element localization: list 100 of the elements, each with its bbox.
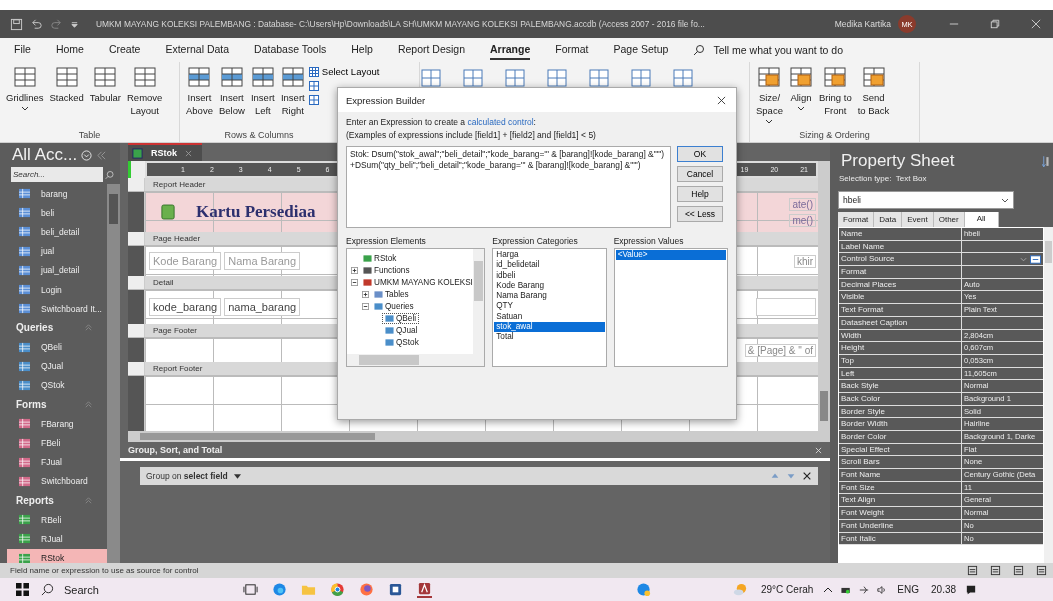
ribbon-button[interactable]: Insert Above [184,66,215,130]
network-icon[interactable] [859,584,870,595]
nav-item[interactable]: QStok [7,375,107,396]
ribbon-tab[interactable]: Database Tools [254,40,327,60]
move-up-icon[interactable] [770,471,780,481]
view-icon[interactable] [1013,565,1024,576]
ribbon-button[interactable]: Insert Right [278,66,307,130]
category-item[interactable]: idbeli [494,270,605,281]
expander-icon[interactable] [351,266,358,274]
ribbon-button[interactable]: Align [786,66,815,130]
grid-icon[interactable] [504,68,526,88]
tell-me-field[interactable]: Tell me what you want to do [713,44,843,56]
select-layout-button[interactable]: Select Layout [308,66,380,77]
ribbon-button[interactable]: Stacked [47,66,86,130]
grid-icon[interactable] [462,68,484,88]
windows-icon[interactable] [16,583,29,596]
dialog-button[interactable]: Help [677,186,723,202]
scrollbar-thumb[interactable] [820,391,828,421]
dropdown-arrow-icon[interactable] [233,473,241,479]
category-item[interactable]: stok_awal [494,322,605,333]
ribbon-tab[interactable]: Format [555,40,589,60]
ribbon-tab[interactable]: File [14,40,31,60]
ribbon-button[interactable]: Size/ Space [754,66,785,130]
report-title[interactable]: Kartu Persediaa [196,202,316,222]
nav-item[interactable]: QJual [7,356,107,376]
scrollbar-thumb[interactable] [1045,241,1052,263]
scrollbar[interactable] [818,161,830,431]
collapse-icon[interactable] [84,400,93,410]
grid-icon[interactable] [630,68,652,88]
property-tab[interactable]: Format [838,212,875,227]
nav-item[interactable]: beli_detail [7,222,107,242]
delete-icon[interactable] [802,471,812,481]
undo-icon[interactable] [30,17,43,31]
grid-icon[interactable] [308,81,319,91]
browser-icon[interactable] [359,582,374,597]
nav-item[interactable]: beli [7,203,107,223]
tree-item[interactable]: Queries [371,300,417,312]
category-item[interactable]: Satuan [494,311,605,323]
nav-item[interactable]: QBeli [7,337,107,357]
report-control[interactable]: khir [793,254,816,268]
report-control[interactable]: me() [789,213,816,227]
calculated-control-link[interactable]: calculated control [467,117,534,127]
object-dropdown[interactable]: hbeli [838,191,1014,209]
view-icon[interactable] [967,565,978,576]
builder-button-icon[interactable] [1030,254,1041,264]
ribbon-tab[interactable]: Report Design [397,40,465,60]
dialog-button[interactable]: << Less [677,206,723,222]
nav-item[interactable]: Switchboard It... [7,299,107,319]
collapse-icon[interactable] [84,323,93,333]
nav-pane-title[interactable]: All Acc... [12,145,78,165]
restore-icon[interactable] [990,19,1000,29]
nav-item[interactable]: RJual [7,529,107,549]
category-item[interactable]: Nama Barang [494,291,605,302]
nav-item[interactable]: FBarang [7,414,107,434]
nav-item[interactable]: barang [7,184,107,204]
ribbon-button[interactable]: Insert Below [216,66,247,130]
grid-icon[interactable] [588,68,610,88]
ribbon-tab[interactable]: Page Setup [613,40,669,60]
browser-icon[interactable] [272,582,287,597]
scrollbar[interactable] [473,249,485,354]
scrollbar-thumb[interactable] [109,194,118,224]
grid-icon[interactable] [420,68,442,88]
tree-item[interactable]: Functions [360,264,413,276]
grid-icon[interactable] [546,68,568,88]
document-app-icon[interactable] [388,582,403,597]
category-item[interactable]: Harga [494,250,605,261]
task-view-icon[interactable] [243,582,258,597]
document-tab[interactable]: RStok [128,143,202,161]
report-control[interactable]: nama_barang [224,298,301,316]
expander-icon[interactable] [351,278,358,286]
grid-icon[interactable] [308,95,319,105]
ribbon-tab[interactable]: Arrange [490,40,531,60]
nav-item[interactable]: Switchboard [7,471,107,491]
tree-item[interactable]: QJual [382,324,421,336]
category-item[interactable]: id_belidetail [494,260,605,271]
ribbon-button[interactable]: Send to Back [855,66,892,130]
tree-item[interactable]: UMKM MAYANG KOLEKSI [360,276,476,288]
scrollbar[interactable] [347,354,485,366]
report-control[interactable]: & [Page] & " of [744,343,816,357]
weather-text[interactable]: 29°C Cerah [761,584,814,595]
value-item[interactable]: <Value> [615,250,726,261]
help-icon[interactable] [636,582,651,597]
nav-item[interactable]: jual_detail [7,260,107,280]
nav-group-header[interactable]: Queries [16,322,54,334]
group-on-selector[interactable]: Group on select field [146,471,228,481]
category-item[interactable]: QTY [494,301,605,312]
ribbon-button[interactable]: Insert Left [248,66,277,130]
report-control[interactable]: ate() [789,197,816,211]
move-down-icon[interactable] [786,471,796,481]
expression-field[interactable]: Stok: Dsum("stok_awal";"beli_detail";"kode_barang='" & [barang]![kode_barang] &"'")+DSum("qty_beli";"beli_detail";"kode_barang='" & [barang]![kode_barang] &"'") [346,146,671,228]
speaker-icon[interactable] [877,584,888,595]
dialog-button[interactable]: OK [677,146,723,162]
language-indicator[interactable]: ENG [897,584,920,595]
property-value-field[interactable] [962,253,1043,266]
nav-item[interactable]: Login [7,279,107,300]
notification-icon[interactable] [966,584,977,595]
nav-item[interactable]: jual [7,241,107,261]
database-app-icon[interactable] [417,581,432,598]
nav-item[interactable]: RStok [7,548,107,563]
view-icon[interactable] [990,565,1001,576]
